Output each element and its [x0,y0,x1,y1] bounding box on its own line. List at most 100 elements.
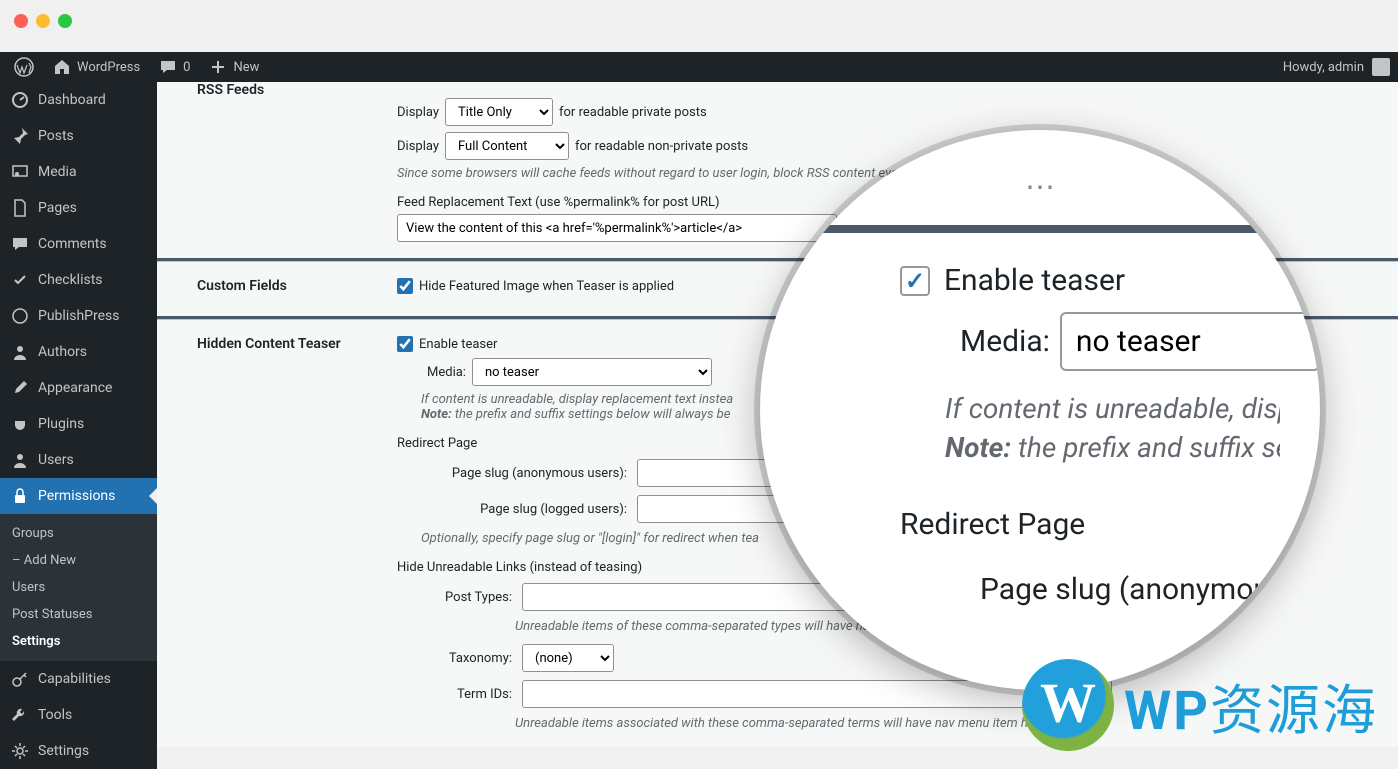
watermark-text: WP资源海 [1124,666,1378,745]
mag-note-rest: the prefix and suffix sett [1018,431,1280,464]
display-select-private[interactable]: Title Only [445,98,553,126]
sidebar-item-pages[interactable]: Pages [0,190,157,226]
sidebar-item-dashboard[interactable]: Dashboard [0,82,157,118]
sidebar-item-users[interactable]: Users [0,442,157,478]
sidebar-item-media[interactable]: Media [0,154,157,190]
plus-icon [208,57,228,77]
mag-media-select: no teaser [1060,312,1320,371]
comment-icon [158,57,178,77]
gear-icon [10,741,30,761]
sidebar-label: Appearance [38,380,112,396]
sidebar-sub-post-statuses[interactable]: Post Statuses [0,601,157,628]
publishpress-icon [10,306,30,326]
comments-count: 0 [183,60,190,75]
display-note-2: for readable non-private posts [575,139,748,154]
watermark: WP资源海 [1022,659,1378,751]
sidebar-item-settings[interactable]: Settings [0,733,157,769]
comments-menu[interactable]: 0 [152,57,196,77]
enable-teaser-label: Enable teaser [419,337,497,352]
minimize-window-dot[interactable] [36,14,50,28]
section-label-custom-fields: Custom Fields [157,262,397,316]
sidebar-submenu: Groups – Add New Users Post Statuses Set… [0,514,157,661]
hide-featured-image-label: Hide Featured Image when Teaser is appli… [419,279,674,294]
home-icon [52,57,72,77]
comment-icon [10,234,30,254]
post-types-label: Post Types: [427,590,512,605]
sidebar-item-publishpress[interactable]: PublishPress [0,298,157,334]
sidebar-label: Tools [38,707,72,723]
section-label-teaser: Hidden Content Teaser [157,320,397,747]
slug-logged-label: Page slug (logged users): [427,502,627,517]
wrench-icon [10,705,30,725]
taxonomy-select[interactable]: (none) [522,644,614,672]
teaser-note-bold: Note: [421,407,452,422]
sidebar-label: Checklists [38,272,103,288]
user-icon [10,450,30,470]
checklist-icon [10,270,30,290]
magnifier-overlay: ⋯ ✓ Enable teaser Media: no teaser If co… [760,130,1320,690]
teaser-if-note: If content is unreadable, display replac… [421,392,733,407]
mag-redirect-title: Redirect Page [900,507,1280,542]
sidebar-label: Users [38,452,74,468]
sidebar-sub-add-new[interactable]: – Add New [0,547,157,574]
sidebar-label: Capabilities [38,671,111,687]
enable-teaser-checkbox[interactable] [397,336,413,352]
user-avatar[interactable] [1372,58,1390,76]
watermark-logo [1022,659,1114,751]
site-name-menu[interactable]: WordPress [46,57,146,77]
mag-divider [760,225,1320,233]
close-window-dot[interactable] [14,14,28,28]
sidebar-item-plugins[interactable]: Plugins [0,406,157,442]
sidebar-item-tools[interactable]: Tools [0,697,157,733]
maximize-window-dot[interactable] [58,14,72,28]
sidebar-item-posts[interactable]: Posts [0,118,157,154]
dashboard-icon [10,90,30,110]
sidebar-item-authors[interactable]: Authors [0,334,157,370]
wordpress-icon [14,57,34,77]
display-note-1: for readable private posts [559,105,707,120]
pin-icon [10,126,30,146]
media-label: Media: [427,365,466,380]
mag-enable-teaser-label: Enable teaser [944,263,1125,298]
page-icon [10,198,30,218]
sidebar-label: Comments [38,236,107,252]
sidebar-label: Authors [38,344,87,360]
display-label-2: Display [397,139,439,154]
mag-if-note: If content is unreadable, displa [945,392,1280,425]
sidebar-sub-settings[interactable]: Settings [0,628,157,655]
plug-icon [10,414,30,434]
taxonomy-label: Taxonomy: [427,651,512,666]
sidebar-label: Permissions [38,488,115,504]
section-label-rss: RSS Feeds [157,82,397,258]
sidebar-label: Dashboard [38,92,106,108]
sidebar-sub-groups[interactable]: Groups [0,520,157,547]
sidebar-item-checklists[interactable]: Checklists [0,262,157,298]
wp-logo-menu[interactable] [8,57,40,77]
sidebar-label: PublishPress [38,308,119,324]
author-icon [10,342,30,362]
media-select[interactable]: no teaser [472,358,712,386]
mag-enable-teaser-checkbox: ✓ [900,266,930,296]
admin-toolbar: WordPress 0 New Howdy, admin [0,52,1398,82]
admin-sidebar: Dashboard Posts Media Pages Comments Che… [0,82,157,769]
window-controls [14,14,72,28]
lock-icon [10,486,30,506]
new-content-menu[interactable]: New [202,57,265,77]
sidebar-sub-users[interactable]: Users [0,574,157,601]
sidebar-label: Settings [38,743,89,759]
brush-icon [10,378,30,398]
mag-slug-anon: Page slug (anonymou [980,572,1280,607]
sidebar-item-capabilities[interactable]: Capabilities [0,661,157,697]
sidebar-label: Pages [38,200,77,216]
display-select-nonprivate[interactable]: Full Content [445,132,569,160]
term-ids-label: Term IDs: [427,687,512,702]
sidebar-item-comments[interactable]: Comments [0,226,157,262]
media-icon [10,162,30,182]
key-icon [10,669,30,689]
sidebar-item-permissions[interactable]: Permissions [0,478,157,514]
teaser-note-rest: the prefix and suffix settings below wil… [455,407,731,422]
hide-featured-image-checkbox[interactable] [397,278,413,294]
howdy-label[interactable]: Howdy, admin [1283,60,1364,75]
mag-top-cut: ⋯ [800,170,1280,205]
sidebar-item-appearance[interactable]: Appearance [0,370,157,406]
